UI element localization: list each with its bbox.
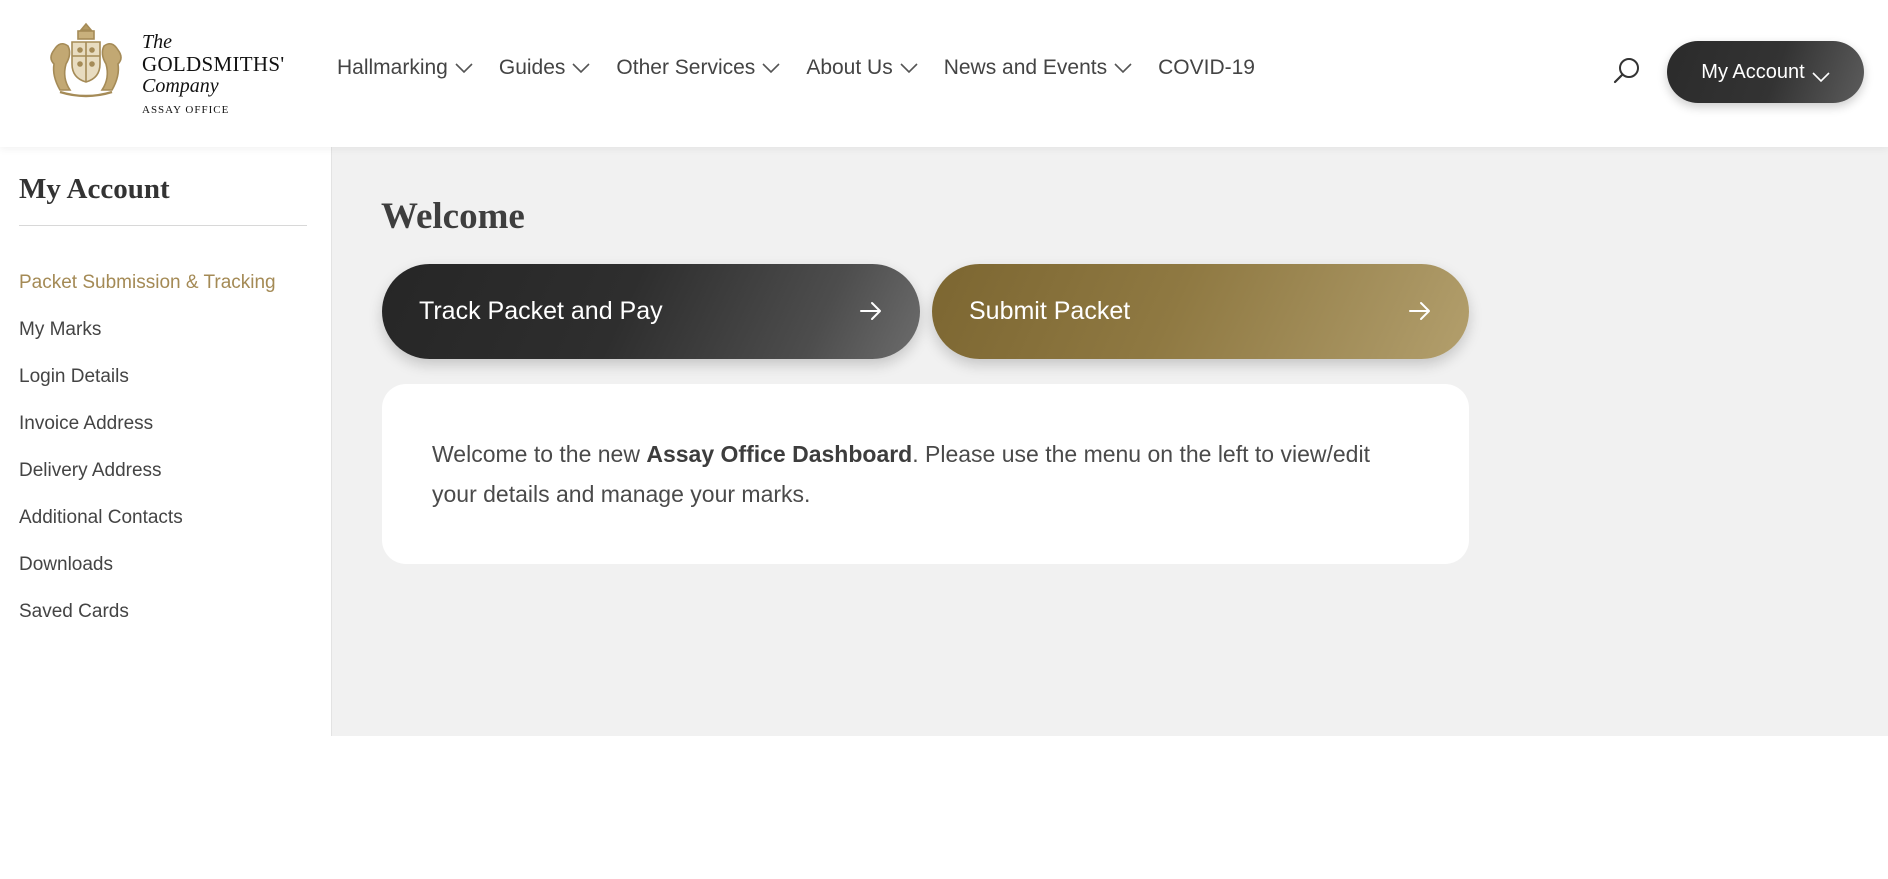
sidebar-menu: Packet Submission & Tracking My Marks Lo… <box>19 259 276 635</box>
sidebar-title: My Account <box>19 173 170 205</box>
nav-item-label: Guides <box>498 56 566 79</box>
welcome-message: Welcome to the new Assay Office Dashboar… <box>432 434 1419 514</box>
chevron-down-icon <box>900 62 918 74</box>
nav-item-label: News and Events <box>943 56 1108 79</box>
sidebar-divider <box>19 225 307 226</box>
sidebar-item-packet-submission[interactable]: Packet Submission & Tracking <box>19 259 276 306</box>
sidebar-item-my-marks[interactable]: My Marks <box>19 306 276 353</box>
nav-item-label: COVID-19 <box>1158 56 1255 79</box>
nav-item-other-services[interactable]: Other Services <box>616 56 780 80</box>
my-account-label: My Account <box>1701 60 1805 83</box>
arrow-right-icon <box>1408 300 1432 322</box>
sidebar-item-delivery-address[interactable]: Delivery Address <box>19 447 276 494</box>
search-icon[interactable] <box>1612 56 1642 86</box>
logo-line-company: Company <box>142 75 219 97</box>
nav-item-news-and-events[interactable]: News and Events <box>944 56 1132 80</box>
logo-wordmark: The GOLDSMITHS' Company ASSAY OFFICE <box>142 32 284 116</box>
track-packet-and-pay-button[interactable]: Track Packet and Pay <box>382 264 920 359</box>
arrow-right-icon <box>859 300 883 322</box>
goldsmiths-logo[interactable]: The GOLDSMITHS' Company ASSAY OFFICE <box>42 20 292 120</box>
nav-item-guides[interactable]: Guides <box>499 56 591 80</box>
nav-item-label: About Us <box>806 56 893 79</box>
nav-item-covid-19[interactable]: COVID-19 <box>1158 56 1255 80</box>
nav-item-hallmarking[interactable]: Hallmarking <box>337 56 473 80</box>
logo-line-assay-office: ASSAY OFFICE <box>142 104 230 116</box>
submit-packet-label: Submit Packet <box>969 297 1131 325</box>
sidebar-item-login-details[interactable]: Login Details <box>19 353 276 400</box>
track-packet-label: Track Packet and Pay <box>419 297 663 325</box>
nav-item-about-us[interactable]: About Us <box>806 56 918 80</box>
coat-of-arms-icon <box>50 22 122 98</box>
sidebar-item-additional-contacts[interactable]: Additional Contacts <box>19 494 276 541</box>
submit-packet-button[interactable]: Submit Packet <box>932 264 1469 359</box>
welcome-message-card: Welcome to the new Assay Office Dashboar… <box>382 384 1469 564</box>
account-sidebar: My Account Packet Submission & Tracking … <box>0 147 332 736</box>
sidebar-item-downloads[interactable]: Downloads <box>19 541 276 588</box>
site-header: The GOLDSMITHS' Company ASSAY OFFICE Hal… <box>0 0 1888 147</box>
nav-item-label: Other Services <box>616 56 756 79</box>
chevron-down-icon <box>1114 62 1132 74</box>
dashboard-main: Welcome Track Packet and Pay Submit Pack… <box>332 147 1888 736</box>
sidebar-item-invoice-address[interactable]: Invoice Address <box>19 400 276 447</box>
page-title: Welcome <box>381 196 525 237</box>
welcome-message-intro: Welcome to the new <box>432 441 647 467</box>
logo-line-the: The <box>142 31 172 53</box>
logo-line-goldsmiths: GOLDSMITHS' <box>142 52 285 76</box>
nav-item-label: Hallmarking <box>337 56 448 79</box>
sidebar-item-saved-cards[interactable]: Saved Cards <box>19 588 276 635</box>
chevron-down-icon <box>455 62 473 74</box>
chevron-down-icon <box>572 62 590 74</box>
my-account-button[interactable]: My Account <box>1667 41 1864 103</box>
main-nav: Hallmarking Guides Other Services About … <box>337 56 1281 80</box>
chevron-down-icon <box>1812 66 1830 83</box>
chevron-down-icon <box>762 62 780 74</box>
dashboard-name: Assay Office Dashboard <box>646 441 913 467</box>
